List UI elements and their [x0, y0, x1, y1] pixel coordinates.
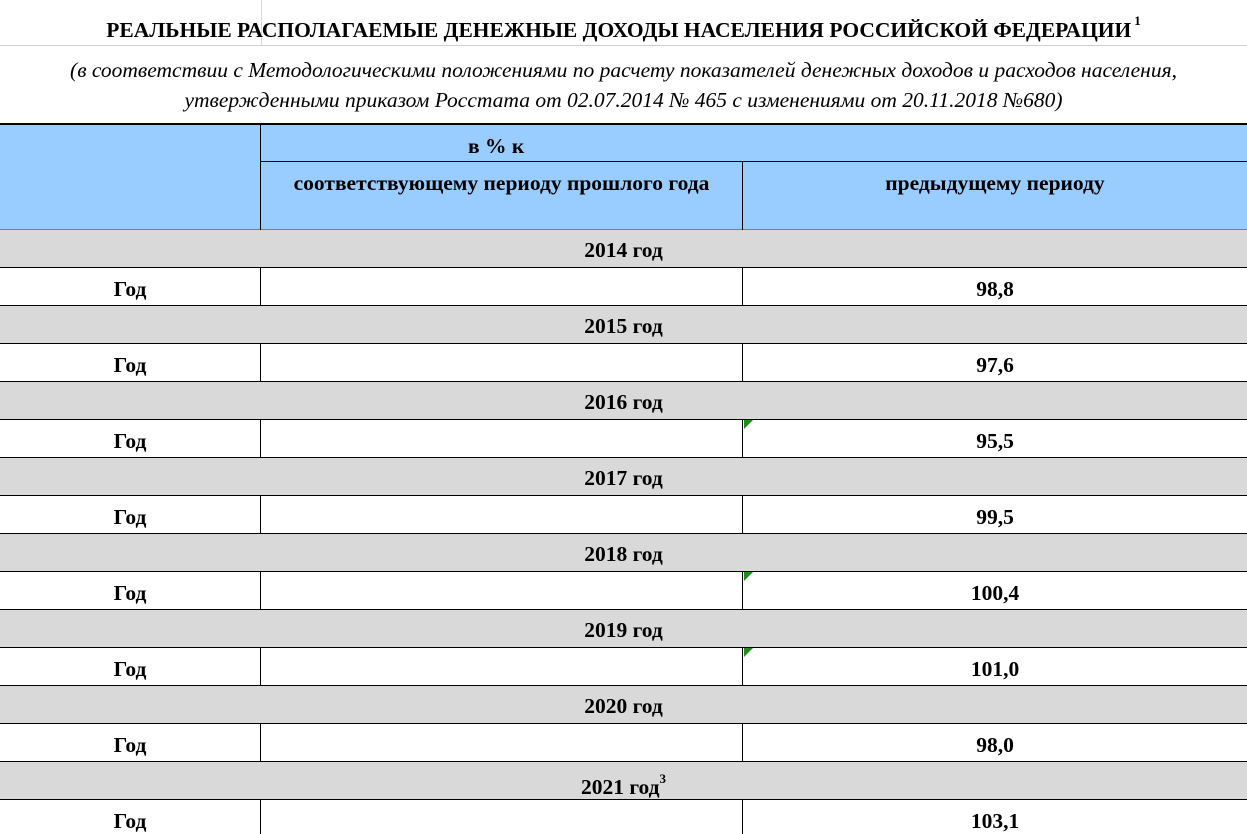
table-row: Год 100,4: [0, 572, 1247, 610]
year-row[interactable]: 2016 год: [0, 382, 1247, 420]
previous-period-cell[interactable]: 98,0: [743, 724, 1247, 761]
year-label: 2017 год: [584, 466, 663, 490]
same-period-cell[interactable]: [261, 344, 743, 381]
year-row[interactable]: 2017 год: [0, 458, 1247, 496]
year-row[interactable]: 2018 год: [0, 534, 1247, 572]
row-label-cell[interactable]: Год: [0, 420, 261, 457]
header-col-previous-period[interactable]: предыдущему периоду: [743, 162, 1247, 230]
same-period-cell[interactable]: [261, 800, 743, 834]
table-row: Год 99,5: [0, 496, 1247, 534]
previous-period-cell[interactable]: 99,5: [743, 496, 1247, 533]
year-label: 2020 год: [584, 694, 663, 718]
same-period-cell[interactable]: [261, 724, 743, 761]
cell-comment-indicator[interactable]: [744, 648, 753, 657]
row-label-cell[interactable]: Год: [0, 344, 261, 381]
year-footnote: 3: [659, 771, 667, 786]
previous-period-cell[interactable]: 95,5: [743, 420, 1247, 457]
same-period-cell[interactable]: [261, 420, 743, 457]
previous-period-cell[interactable]: 98,8: [743, 268, 1247, 305]
same-period-cell[interactable]: [261, 572, 743, 609]
cell-comment-indicator[interactable]: [744, 420, 753, 429]
previous-period-cell[interactable]: 101,0: [743, 648, 1247, 685]
table-subtitle[interactable]: (в соответствии с Методологическими поло…: [0, 46, 1247, 123]
year-row[interactable]: 2014 год: [0, 230, 1247, 268]
table-title[interactable]: РЕАЛЬНЫЕ РАСПОЛАГАЕМЫЕ ДЕНЕЖНЫЕ ДОХОДЫ Н…: [0, 0, 1247, 46]
year-row[interactable]: 2020 год: [0, 686, 1247, 724]
row-label-cell[interactable]: Год: [0, 648, 261, 685]
same-period-cell[interactable]: [261, 496, 743, 533]
header-group-label: в % к: [468, 134, 525, 158]
year-row[interactable]: 2019 год: [0, 610, 1247, 648]
year-label: 2015 год: [584, 314, 663, 338]
header-group-cell[interactable]: в % к: [261, 125, 1247, 162]
year-label: 2018 год: [584, 542, 663, 566]
row-label-cell[interactable]: Год: [0, 572, 261, 609]
cell-comment-indicator[interactable]: [744, 572, 753, 581]
year-label: 2021 год: [580, 775, 660, 800]
title-footnote: 1: [1134, 13, 1141, 28]
spreadsheet-sheet: РЕАЛЬНЫЕ РАСПОЛАГАЕМЫЕ ДЕНЕЖНЫЕ ДОХОДЫ Н…: [0, 0, 1247, 834]
row-label-cell[interactable]: Год: [0, 268, 261, 305]
year-row[interactable]: 2021 год3: [0, 762, 1247, 800]
same-period-cell[interactable]: [261, 648, 743, 685]
year-label: 2014 год: [584, 238, 663, 262]
row-label-cell[interactable]: Год: [0, 724, 261, 761]
table-header: в % к соответствующему периоду прошлого …: [0, 123, 1247, 230]
table-row: Год 98,0: [0, 724, 1247, 762]
table-row: Год 98,8: [0, 268, 1247, 306]
table-title-text: РЕАЛЬНЫЕ РАСПОЛАГАЕМЫЕ ДЕНЕЖНЫЕ ДОХОДЫ Н…: [106, 18, 1132, 43]
previous-period-cell[interactable]: 97,6: [743, 344, 1247, 381]
table-row: Год 95,5: [0, 420, 1247, 458]
same-period-cell[interactable]: [261, 268, 743, 305]
table-body: 2014 год Год 98,8 2015 год Год 97,6 2016 год Го…: [0, 230, 1247, 834]
table-row: Год 97,6: [0, 344, 1247, 382]
table-row: Год 103,1: [0, 800, 1247, 834]
previous-period-cell[interactable]: 100,4: [743, 572, 1247, 609]
year-label: 2019 год: [584, 618, 663, 642]
table-row: Год 101,0: [0, 648, 1247, 686]
header-empty-cell[interactable]: [0, 125, 261, 230]
row-label-cell[interactable]: Год: [0, 800, 261, 834]
year-row[interactable]: 2015 год: [0, 306, 1247, 344]
previous-period-cell[interactable]: 103,1: [743, 800, 1247, 834]
header-col-same-period[interactable]: соответствующему периоду прошлого года: [261, 162, 743, 230]
row-label-cell[interactable]: Год: [0, 496, 261, 533]
year-label: 2016 год: [584, 390, 663, 414]
